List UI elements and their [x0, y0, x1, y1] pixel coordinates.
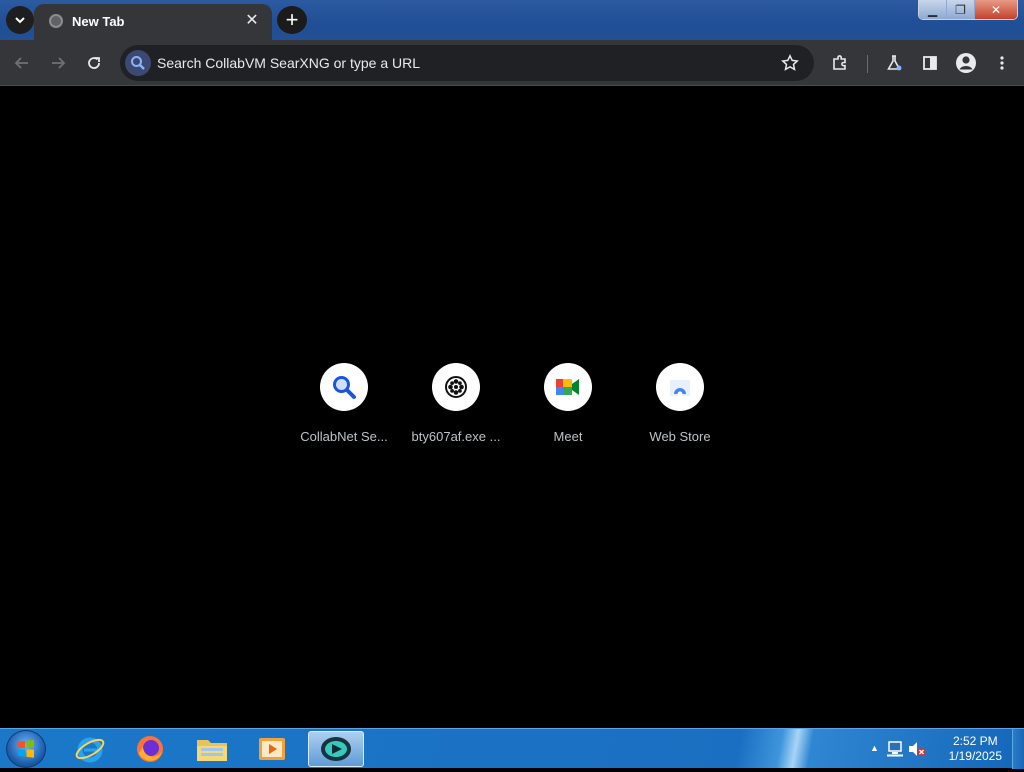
address-bar[interactable]: Search CollabVM SearXNG or type a URL: [120, 45, 814, 81]
show-desktop-button[interactable]: [1012, 729, 1024, 769]
toolbar-separator: [867, 55, 868, 73]
tab-new-tab[interactable]: New Tab ✕: [34, 4, 272, 40]
arrow-right-icon: [52, 57, 66, 69]
taskbar-firefox[interactable]: [122, 731, 178, 767]
shortcut-icon-circle: [320, 363, 368, 411]
volume-muted-icon[interactable]: [908, 741, 926, 762]
arrow-left-icon: [14, 57, 28, 69]
extensions-button[interactable]: [826, 49, 854, 77]
labs-button[interactable]: [880, 49, 908, 77]
system-tray: ▲ 2:52 PM 1/19/2025: [864, 729, 1024, 769]
speaker-muted-icon: [909, 742, 926, 756]
shortcut-collabnet-search[interactable]: CollabNet Se...: [288, 363, 400, 453]
taskbar-media-player[interactable]: [244, 731, 300, 767]
clock[interactable]: 2:52 PM 1/19/2025: [949, 734, 1002, 764]
shortcut-label: Meet: [553, 429, 583, 444]
shortcut-icon-circle: [544, 363, 592, 411]
file-explorer-icon: [197, 740, 227, 761]
internet-explorer-icon: [75, 737, 105, 763]
media-player-icon: [259, 738, 285, 760]
more-vertical-icon: [1000, 56, 1004, 70]
firefox-icon: [137, 736, 163, 762]
star-icon: [781, 54, 799, 71]
flask-icon: [887, 55, 902, 71]
minimize-button[interactable]: ▁: [919, 0, 947, 19]
taskbar-file-explorer[interactable]: [184, 731, 240, 767]
shortcut-web-store[interactable]: Web Store: [624, 363, 736, 453]
taskbar: ▲ 2:52 PM 1/19/2025: [0, 728, 1024, 769]
taskbar-internet-explorer[interactable]: [62, 731, 118, 767]
shortcut-label: CollabNet Se...: [300, 429, 388, 444]
avatar-icon: [956, 53, 976, 73]
network-icon[interactable]: [886, 741, 904, 762]
chevron-down-icon: [15, 17, 25, 24]
shortcut-icon-circle: [432, 363, 480, 411]
show-hidden-icons-button[interactable]: ▲: [870, 743, 879, 753]
side-panel-icon: [923, 56, 937, 70]
reload-button[interactable]: [80, 49, 108, 77]
browser-toolbar: Search CollabVM SearXNG or type a URL: [0, 40, 1024, 86]
side-panel-button[interactable]: [916, 49, 944, 77]
network-icon-glyph: [887, 741, 903, 757]
search-icon: [131, 56, 145, 70]
tab-title: New Tab: [72, 14, 125, 29]
globe-icon: [49, 14, 63, 28]
taskbar-collabvm-app[interactable]: [308, 731, 364, 767]
shortcut-label: bty607af.exe ...: [411, 429, 501, 444]
collabvm-app-icon: [321, 737, 351, 761]
close-window-button[interactable]: ✕: [975, 0, 1017, 19]
puzzle-icon: [833, 55, 846, 70]
back-button[interactable]: [8, 49, 36, 77]
clock-date: 1/19/2025: [948, 749, 1002, 763]
shortcut-label: Web Store: [649, 429, 711, 444]
tab-search-button[interactable]: [6, 6, 34, 34]
title-bar: New Tab ✕ + ▁ ❐ ✕: [0, 0, 1024, 40]
reload-icon: [88, 57, 100, 69]
forward-button[interactable]: [44, 49, 72, 77]
shortcut-bty607af-exe[interactable]: bty607af.exe ...: [400, 363, 512, 453]
search-engine-icon: [125, 50, 151, 76]
windows-logo-icon: [18, 739, 34, 758]
menu-button[interactable]: [988, 49, 1016, 77]
shortcut-icon-circle: [656, 363, 704, 411]
new-tab-page: CollabNet Se... bty607af.exe ... Meet We…: [0, 87, 1024, 728]
bookmark-star-button[interactable]: [778, 51, 802, 75]
profile-button[interactable]: [952, 49, 980, 77]
start-button[interactable]: [6, 730, 46, 768]
shortcut-meet[interactable]: Meet: [512, 363, 624, 453]
clock-time: 2:52 PM: [952, 734, 998, 748]
new-tab-button[interactable]: +: [277, 6, 307, 34]
maximize-button[interactable]: ❐: [947, 0, 975, 19]
window-controls: ▁ ❐ ✕: [918, 0, 1018, 20]
meet-icon: [556, 379, 579, 395]
web-store-icon: [670, 380, 690, 397]
film-reel-icon: [445, 376, 467, 398]
tab-close-button[interactable]: ✕: [242, 11, 262, 31]
search-icon: [333, 376, 356, 399]
address-bar-placeholder: Search CollabVM SearXNG or type a URL: [157, 55, 420, 71]
